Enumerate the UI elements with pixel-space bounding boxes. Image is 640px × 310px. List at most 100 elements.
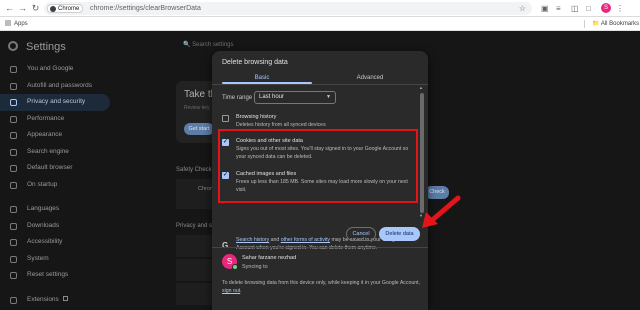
nav-item-performance[interactable]: Performance: [0, 111, 110, 128]
dialog-divider: [212, 247, 428, 248]
settings-search-placeholder: Search settings: [192, 42, 234, 48]
reload-icon[interactable]: ↻: [30, 3, 41, 14]
profile-avatar[interactable]: S: [601, 3, 611, 13]
wrench-icon: [10, 255, 17, 263]
account-row: S Sahar farzane nezhad Syncing to: [222, 254, 422, 274]
nav-item-privacy[interactable]: Privacy and security: [0, 94, 110, 111]
footer-text: To delete browsing data from this device…: [222, 280, 421, 286]
bookmarks-divider: [584, 20, 585, 28]
nav-label: Privacy and security: [27, 98, 86, 105]
google-note-mid: and: [269, 237, 281, 243]
nav-item-extensions[interactable]: Extensions: [0, 292, 110, 309]
chrome-icon: [50, 6, 56, 12]
settings-title: Settings: [26, 41, 66, 53]
account-name: Sahar farzane nezhad: [242, 255, 297, 261]
nav-item-reset-settings[interactable]: Reset settings: [0, 267, 110, 284]
time-range-value: Last hour: [259, 94, 285, 100]
nav-item-autofill[interactable]: Autofill and passwords: [0, 78, 110, 95]
nav-item-appearance[interactable]: Appearance: [0, 127, 110, 144]
google-g-icon: G: [222, 241, 229, 250]
nav-label: Default browser: [27, 164, 73, 171]
chrome-logo-icon: [8, 41, 18, 51]
safety-check-heading: Safety Check: [176, 167, 212, 173]
address-bar[interactable]: Chrome chrome://settings/clearBrowserDat…: [44, 2, 532, 15]
site-chip-label: Chrome: [58, 6, 80, 12]
nav-item-search-engine[interactable]: Search engine: [0, 144, 110, 161]
shield-icon: [10, 99, 17, 106]
nav-label: Performance: [27, 114, 65, 122]
power-icon: [10, 181, 17, 189]
settings-header: Settings: [8, 41, 66, 53]
apps-label: Apps: [14, 21, 28, 27]
annotation-arrow: [422, 195, 461, 228]
nav-label: Languages: [27, 205, 60, 212]
nav-label: Extensions: [27, 295, 59, 303]
chevron-down-icon: ▼: [326, 94, 331, 100]
kebab-menu-icon[interactable]: ⋮: [616, 3, 624, 14]
take-tour-subtitle: Review key: [184, 105, 210, 111]
nav-label: Autofill and passwords: [27, 81, 93, 89]
extension-icon[interactable]: ▣: [541, 3, 549, 14]
speedometer-icon: [10, 115, 17, 123]
autofill-icon: [10, 82, 17, 90]
sign-out-link[interactable]: sign out: [222, 288, 240, 294]
search-history-link[interactable]: Search history: [236, 237, 269, 243]
privacy-row[interactable]: [176, 259, 216, 281]
nav-item-default-browser[interactable]: Default browser: [0, 160, 110, 177]
other-activity-link[interactable]: other forms of activity: [281, 237, 330, 243]
all-bookmarks[interactable]: 📁 All Bookmarks: [592, 19, 639, 29]
bookmarks-bar: Apps 📁 All Bookmarks: [0, 17, 640, 31]
site-chip[interactable]: Chrome: [47, 4, 84, 13]
back-icon[interactable]: ←: [4, 3, 15, 14]
accessibility-icon: [10, 239, 17, 246]
delete-data-button[interactable]: Delete data: [379, 227, 420, 241]
nav-label: Accessibility: [27, 238, 63, 245]
puzzle-icon[interactable]: ◫: [571, 3, 579, 14]
external-link-icon: [62, 295, 68, 301]
privacy-section-heading: Privacy and se: [176, 223, 216, 229]
nav-label: On startup: [27, 180, 58, 188]
footer-end: .: [240, 288, 242, 294]
nav-label: System: [27, 254, 49, 262]
cancel-button[interactable]: Cancel: [346, 227, 376, 241]
time-range-label: Time range: [222, 95, 253, 101]
account-sync-status: Syncing to: [242, 264, 268, 270]
scroll-up-icon[interactable]: ▲: [419, 85, 423, 90]
menu-lines-icon[interactable]: ≡: [556, 3, 561, 14]
nav-item-downloads[interactable]: Downloads: [0, 218, 110, 235]
nav-label: Appearance: [27, 131, 63, 138]
nav-item-accessibility[interactable]: Accessibility: [0, 234, 110, 251]
checkbox-browsing-history[interactable]: [222, 115, 229, 122]
globe-icon: [10, 206, 17, 213]
sign-out-note: To delete browsing data from this device…: [222, 279, 422, 295]
search-icon: [10, 148, 17, 156]
palette-icon: [10, 132, 17, 139]
get-started-button[interactable]: Get start: [184, 123, 214, 135]
settings-search[interactable]: 🔍 Search settings: [183, 41, 234, 48]
forward-icon[interactable]: →: [17, 3, 28, 14]
nav-label: Downloads: [27, 221, 60, 229]
arrow-shaft: [427, 195, 461, 225]
bookmark-star-icon[interactable]: ☆: [519, 2, 526, 15]
download-icon: [10, 222, 17, 230]
dialog-title: Delete browsing data: [222, 59, 288, 66]
apps-grid-icon: [5, 20, 11, 26]
url-text[interactable]: chrome://settings/clearBrowserData: [90, 2, 201, 15]
nav-item-you-and-google[interactable]: You and Google: [0, 61, 110, 78]
browser-icon: [10, 165, 17, 172]
puzzle-icon: [10, 296, 17, 304]
nav-item-on-startup[interactable]: On startup: [0, 177, 110, 194]
privacy-row[interactable]: [176, 283, 216, 305]
apps-shortcut[interactable]: Apps: [5, 19, 28, 29]
nav-label: Reset settings: [27, 271, 69, 278]
nav-item-system[interactable]: System: [0, 251, 110, 268]
settings-nav: You and Google Autofill and passwords Pr…: [0, 61, 110, 308]
browser-toolbar: ← → ↻ Chrome chrome://settings/clearBrow…: [0, 0, 640, 17]
safety-check-card: [176, 179, 216, 209]
delete-browsing-data-dialog: Delete browsing data Basic Advanced Time…: [212, 51, 428, 310]
privacy-row[interactable]: [176, 235, 216, 257]
time-range-select[interactable]: Last hour ▼: [254, 91, 336, 104]
nav-item-languages[interactable]: Languages: [0, 201, 110, 218]
side-panel-icon[interactable]: □: [586, 3, 591, 14]
person-icon: [10, 66, 17, 73]
